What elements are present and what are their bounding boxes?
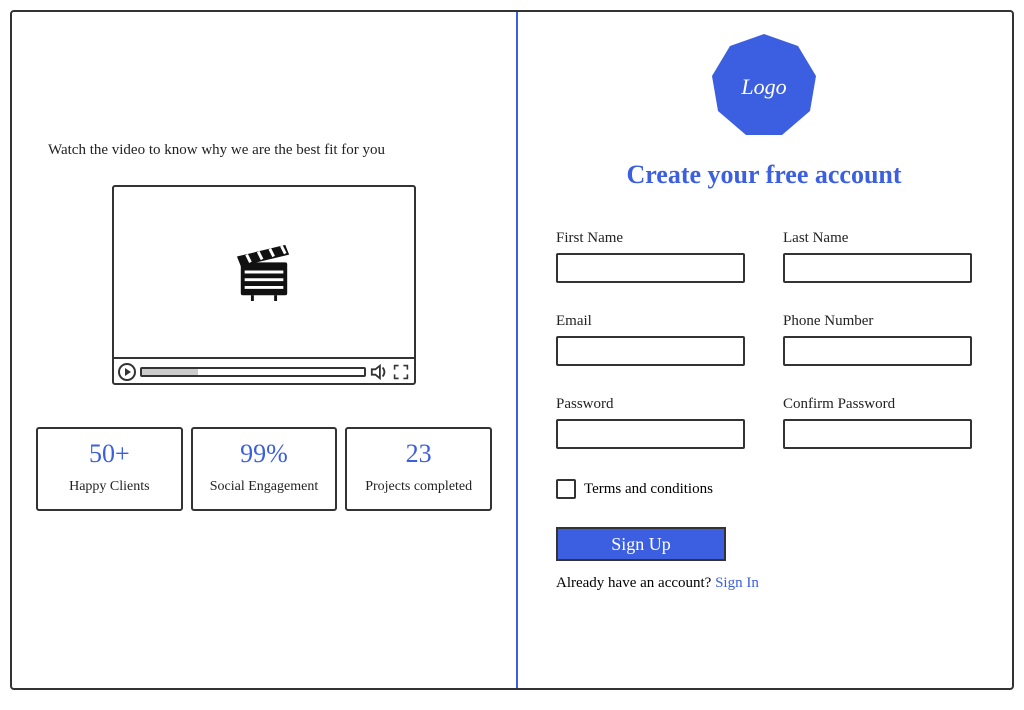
stat-value: 23: [353, 439, 484, 469]
signin-prompt: Already have an account?: [556, 575, 711, 591]
terms-checkbox[interactable]: [556, 479, 576, 499]
form-title: Create your free account: [556, 160, 972, 190]
right-panel: Logo Create your free account First Name…: [516, 12, 1012, 688]
stat-card-social-engagement: 99% Social Engagement: [191, 427, 338, 511]
page-container: Watch the video to know why we are the b…: [10, 10, 1014, 690]
stat-card-happy-clients: 50+ Happy Clients: [36, 427, 183, 511]
terms-row: Terms and conditions: [556, 479, 972, 499]
field-first-name: First Name: [556, 230, 745, 283]
stat-label: Happy Clients: [44, 479, 175, 495]
stats-row: 50+ Happy Clients 99% Social Engagement …: [36, 427, 492, 511]
video-controls: [114, 357, 414, 385]
field-password: Password: [556, 396, 745, 449]
first-name-input[interactable]: [556, 253, 745, 283]
field-confirm-password: Confirm Password: [783, 396, 972, 449]
field-last-name: Last Name: [783, 230, 972, 283]
video-screen: [114, 187, 414, 357]
phone-label: Phone Number: [783, 313, 972, 330]
vertical-divider: [516, 12, 518, 688]
first-name-label: First Name: [556, 230, 745, 247]
play-button[interactable]: [118, 363, 136, 381]
stat-label: Social Engagement: [199, 479, 330, 495]
signup-button[interactable]: Sign Up: [556, 527, 726, 561]
signin-link[interactable]: Sign In: [715, 575, 759, 591]
password-label: Password: [556, 396, 745, 413]
stat-value: 99%: [199, 439, 330, 469]
stat-label: Projects completed: [353, 479, 484, 495]
play-icon: [125, 368, 131, 376]
stat-card-projects-completed: 23 Projects completed: [345, 427, 492, 511]
logo-text: Logo: [741, 74, 786, 100]
terms-label: Terms and conditions: [584, 481, 713, 498]
signup-form: First Name Last Name Email Phone Number …: [556, 230, 972, 449]
confirm-password-label: Confirm Password: [783, 396, 972, 413]
password-input[interactable]: [556, 419, 745, 449]
last-name-input[interactable]: [783, 253, 972, 283]
confirm-password-input[interactable]: [783, 419, 972, 449]
last-name-label: Last Name: [783, 230, 972, 247]
email-label: Email: [556, 313, 745, 330]
fullscreen-icon[interactable]: [392, 363, 410, 381]
volume-icon[interactable]: [370, 363, 388, 381]
stat-value: 50+: [44, 439, 175, 469]
video-player[interactable]: [112, 185, 416, 385]
field-phone: Phone Number: [783, 313, 972, 366]
tagline: Watch the video to know why we are the b…: [48, 142, 492, 159]
left-panel: Watch the video to know why we are the b…: [12, 12, 516, 688]
signin-row: Already have an account? Sign In: [556, 575, 972, 592]
phone-input[interactable]: [783, 336, 972, 366]
field-email: Email: [556, 313, 745, 366]
logo: Logo: [709, 32, 819, 142]
progress-bar[interactable]: [140, 367, 366, 377]
email-input[interactable]: [556, 336, 745, 366]
progress-fill: [142, 369, 198, 375]
clapperboard-icon: [233, 243, 295, 301]
